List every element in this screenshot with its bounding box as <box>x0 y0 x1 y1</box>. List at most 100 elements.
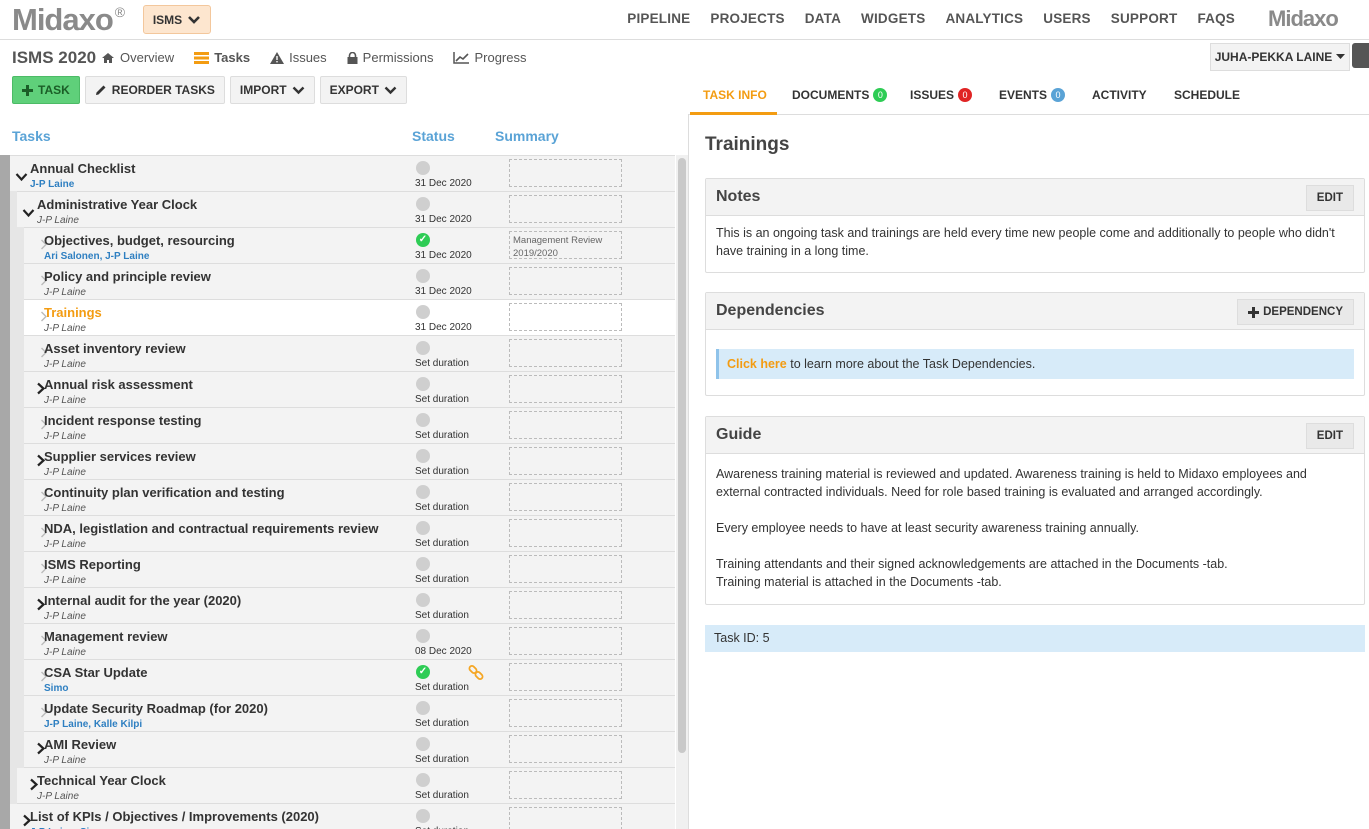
task-name[interactable]: Continuity plan verification and testing <box>44 485 285 500</box>
task-summary-field[interactable] <box>509 735 622 763</box>
task-summary-field[interactable] <box>509 195 622 223</box>
reorder-tasks-button[interactable]: REORDER TASKS <box>84 76 225 104</box>
status-circle-icon[interactable] <box>416 593 430 607</box>
nav-data[interactable]: DATA <box>805 11 841 26</box>
import-button[interactable]: IMPORT <box>229 76 315 104</box>
chevron-down-icon[interactable] <box>15 170 28 185</box>
task-row[interactable]: Incident response testing J-P Laine Set du… <box>0 407 675 444</box>
tab-task-info[interactable]: TASK INFO <box>703 88 767 102</box>
nav-faqs[interactable]: FAQS <box>1197 11 1235 26</box>
task-name[interactable]: Internal audit for the year (2020) <box>44 593 241 608</box>
status-circle-icon[interactable] <box>416 521 430 535</box>
task-due-date[interactable]: Set duration <box>415 430 469 441</box>
task-summary-field[interactable] <box>509 339 622 367</box>
task-due-date[interactable]: Set duration <box>415 358 469 369</box>
task-row[interactable]: Annual risk assessment J-P Laine Set durat… <box>0 371 675 408</box>
status-circle-icon[interactable] <box>416 485 430 499</box>
task-name[interactable]: Management review <box>44 629 168 644</box>
status-circle-icon[interactable] <box>416 305 430 319</box>
task-row[interactable]: Management review J-P Laine 08 Dec 2020 <box>0 623 675 660</box>
task-summary-field[interactable] <box>509 159 622 187</box>
status-circle-icon[interactable] <box>416 809 430 823</box>
task-list-scroll-thumb[interactable] <box>678 158 686 753</box>
add-task-button[interactable]: TASK <box>12 76 80 104</box>
task-row[interactable]: Technical Year Clock J-P Laine Set duratio… <box>0 767 675 804</box>
task-name[interactable]: Annual Checklist <box>30 161 135 176</box>
task-row[interactable]: Trainings J-P Laine 31 Dec 2020 <box>0 299 675 336</box>
task-row[interactable]: ISMS Reporting J-P Laine Set duration <box>0 551 675 588</box>
chevron-down-icon[interactable] <box>22 206 35 221</box>
status-circle-icon[interactable] <box>416 773 430 787</box>
check-circle-icon[interactable]: ✓ <box>416 665 430 679</box>
status-circle-icon[interactable] <box>416 413 430 427</box>
task-summary-field[interactable] <box>509 591 622 619</box>
task-due-date[interactable]: 31 Dec 2020 <box>415 322 472 333</box>
task-row[interactable]: Supplier services review J-P Laine Set dur… <box>0 443 675 480</box>
tab-events[interactable]: EVENTS 0 <box>999 88 1066 102</box>
task-name[interactable]: ISMS Reporting <box>44 557 141 572</box>
subnav-permissions[interactable]: Permissions <box>347 50 433 65</box>
task-assignee[interactable]: Ari Salonen, J-P Laine <box>44 251 149 262</box>
task-summary-field[interactable] <box>509 627 622 655</box>
edit-guide-button[interactable]: EDIT <box>1305 423 1354 449</box>
task-due-date[interactable]: Set duration <box>415 754 469 765</box>
task-summary-field[interactable] <box>509 519 622 547</box>
export-button[interactable]: EXPORT <box>319 76 407 104</box>
tab-documents[interactable]: DOCUMENTS 0 <box>792 88 888 102</box>
task-name[interactable]: Technical Year Clock <box>37 773 166 788</box>
task-summary-field[interactable] <box>509 303 622 331</box>
task-name[interactable]: Objectives, budget, resourcing <box>44 233 235 248</box>
nav-pipeline[interactable]: PIPELINE <box>627 11 690 26</box>
app-switcher-button[interactable]: ISMS <box>143 5 211 34</box>
task-summary-field[interactable] <box>509 699 622 727</box>
tab-activity[interactable]: ACTIVITY <box>1092 88 1147 102</box>
subnav-overview[interactable]: Overview <box>101 50 174 65</box>
task-row[interactable]: List of KPIs / Objectives / Improvements… <box>0 804 675 829</box>
task-name[interactable]: Annual risk assessment <box>44 377 193 392</box>
task-due-date[interactable]: Set duration <box>415 682 469 693</box>
task-row[interactable]: AMI Review J-P Laine Set duration <box>0 731 675 768</box>
task-row[interactable]: Policy and principle review J-P Laine 31 D… <box>0 263 675 300</box>
task-summary-field[interactable] <box>509 663 622 691</box>
task-row[interactable]: Asset inventory review J-P Laine Set durat… <box>0 335 675 372</box>
task-due-date[interactable]: 31 Dec 2020 <box>415 250 472 261</box>
task-name[interactable]: List of KPIs / Objectives / Improvements… <box>30 809 319 824</box>
nav-projects[interactable]: PROJECTS <box>710 11 784 26</box>
column-status[interactable]: Status <box>412 128 455 144</box>
nav-widgets[interactable]: WIDGETS <box>861 11 925 26</box>
user-menu-button[interactable]: JUHA-PEKKA LAINE <box>1210 43 1350 71</box>
task-name[interactable]: CSA Star Update <box>44 665 148 680</box>
task-name[interactable]: Administrative Year Clock <box>37 197 197 212</box>
tab-schedule[interactable]: SCHEDULE <box>1174 88 1240 102</box>
subnav-progress[interactable]: Progress <box>453 50 527 65</box>
link-icon[interactable] <box>467 664 485 686</box>
task-summary-field[interactable] <box>509 807 622 829</box>
task-summary-field[interactable] <box>509 483 622 511</box>
task-due-date[interactable]: 08 Dec 2020 <box>415 646 472 657</box>
subnav-issues[interactable]: Issues <box>270 50 327 65</box>
task-summary-field[interactable] <box>509 555 622 583</box>
task-due-date[interactable]: Set duration <box>415 502 469 513</box>
task-due-date[interactable]: 31 Dec 2020 <box>415 286 472 297</box>
task-name[interactable]: AMI Review <box>44 737 116 752</box>
nav-support[interactable]: SUPPORT <box>1111 11 1178 26</box>
task-row[interactable]: Objectives, budget, resourcing Ari Salone… <box>0 227 675 264</box>
task-due-date[interactable]: Set duration <box>415 394 469 405</box>
task-row[interactable]: Continuity plan verification and testing… <box>0 479 675 516</box>
nav-users[interactable]: USERS <box>1043 11 1091 26</box>
task-due-date[interactable]: Set duration <box>415 718 469 729</box>
nav-analytics[interactable]: ANALYTICS <box>945 11 1023 26</box>
task-row[interactable]: CSA Star Update Simo ✓ Set duration <box>0 659 675 696</box>
task-row[interactable]: Internal audit for the year (2020) J-P La… <box>0 587 675 624</box>
check-circle-icon[interactable]: ✓ <box>416 233 430 247</box>
task-row[interactable]: Administrative Year Clock J-P Laine 31 Dec… <box>0 191 675 228</box>
task-summary-field[interactable] <box>509 411 622 439</box>
status-circle-icon[interactable] <box>416 557 430 571</box>
status-circle-icon[interactable] <box>416 701 430 715</box>
column-tasks[interactable]: Tasks <box>12 128 51 144</box>
status-circle-icon[interactable] <box>416 341 430 355</box>
task-summary-field[interactable] <box>509 375 622 403</box>
task-name[interactable]: Incident response testing <box>44 413 201 428</box>
task-row[interactable]: Annual Checklist J-P Laine 31 Dec 2020 <box>0 156 675 192</box>
status-circle-icon[interactable] <box>416 737 430 751</box>
